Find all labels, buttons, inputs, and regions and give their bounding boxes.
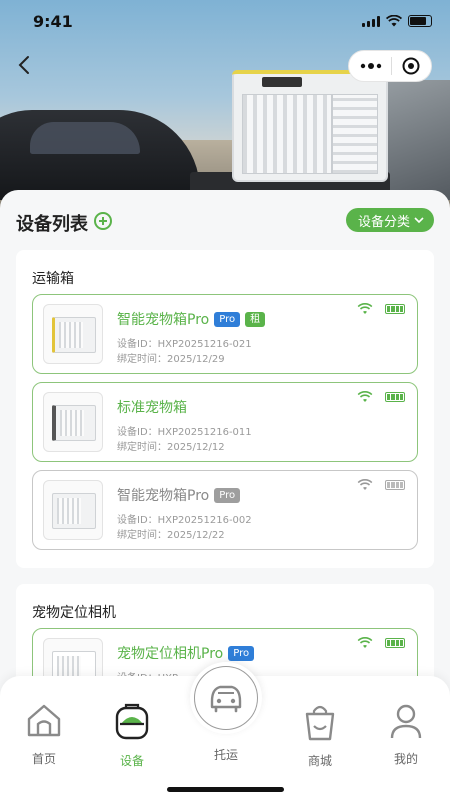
user-icon	[390, 704, 422, 739]
pet-box-image	[52, 493, 96, 529]
tab-transport-label: 托运	[213, 748, 238, 762]
close-target-icon[interactable]	[402, 57, 420, 75]
device-thumbnail	[43, 304, 103, 364]
pet-crate-image	[232, 70, 388, 182]
pro-badge: Pro	[214, 487, 241, 503]
car-window	[30, 122, 140, 154]
group-transport-box: 运输箱 智能宠物箱Pro Pro 租 设备ID：HXP20251216-021 …	[16, 250, 434, 568]
device-box-icon	[115, 703, 149, 740]
battery-icon	[385, 304, 405, 314]
device-name: 宠物定位相机Pro	[117, 646, 224, 662]
device-id: 设备ID：HXP20251216-002	[117, 515, 252, 526]
device-thumbnail	[43, 392, 103, 452]
tab-device-label: 设备	[119, 754, 144, 768]
mini-program-capsule	[348, 50, 432, 82]
transport-ring	[194, 666, 258, 730]
device-id: 设备ID：HXP20251216-011	[117, 427, 252, 438]
bind-time: 绑定时间：2025/12/12	[117, 442, 225, 453]
wifi-icon	[357, 303, 373, 314]
crate-side	[332, 94, 378, 174]
device-name-row: 智能宠物箱Pro Pro 租	[117, 309, 266, 329]
device-category-label: 设备分类	[357, 214, 410, 230]
tab-mall[interactable]: 商城	[290, 702, 350, 769]
device-card[interactable]: 智能宠物箱Pro Pro 设备ID：HXP20251216-002 绑定时间：2…	[32, 470, 418, 550]
device-card[interactable]: 标准宠物箱 设备ID：HXP20251216-011 绑定时间：2025/12/…	[32, 382, 418, 462]
battery-icon	[385, 638, 405, 648]
device-name: 标准宠物箱	[117, 400, 187, 416]
device-id: 设备ID：HXP20251216-021	[117, 339, 252, 350]
device-name-row: 智能宠物箱Pro Pro	[117, 485, 241, 505]
battery-icon	[385, 392, 405, 402]
bind-time: 绑定时间：2025/12/29	[117, 354, 225, 365]
device-card[interactable]: 智能宠物箱Pro Pro 租 设备ID：HXP20251216-021 绑定时间…	[32, 294, 418, 374]
bottom-tab-bar: 首页 设备 托运 商城 我的	[0, 662, 450, 800]
device-name: 智能宠物箱Pro	[117, 488, 210, 504]
capsule-divider	[391, 57, 393, 75]
status-icons	[362, 15, 432, 27]
group-title: 运输箱	[32, 271, 74, 287]
chevron-down-icon	[414, 217, 424, 224]
wifi-icon	[357, 479, 373, 490]
pet-box-image	[52, 405, 96, 441]
cellular-signal-icon	[362, 15, 380, 27]
page-title: 设备列表	[16, 214, 88, 235]
tab-home[interactable]: 首页	[14, 702, 74, 767]
rent-badge: 租	[245, 311, 266, 327]
status-bar: 9:41	[0, 0, 450, 44]
battery-icon	[385, 480, 405, 490]
tab-mine[interactable]: 我的	[376, 702, 436, 767]
wifi-status-icon	[386, 15, 402, 27]
car-icon	[210, 685, 242, 713]
device-name: 智能宠物箱Pro	[117, 312, 210, 328]
tab-mall-label: 商城	[307, 754, 332, 768]
crate-grill	[242, 94, 332, 174]
tab-transport[interactable]	[190, 662, 262, 734]
device-name-row: 宠物定位相机Pro Pro	[117, 643, 255, 663]
home-icon	[27, 704, 61, 737]
bind-time: 绑定时间：2025/12/22	[117, 530, 225, 541]
tab-mine-label: 我的	[393, 752, 418, 766]
back-icon[interactable]	[14, 54, 36, 76]
more-icon[interactable]	[360, 62, 382, 70]
pro-badge: Pro	[228, 645, 255, 661]
device-name-row: 标准宠物箱	[117, 397, 187, 417]
group-title: 宠物定位相机	[32, 605, 116, 621]
tab-device[interactable]: 设备	[102, 702, 162, 769]
wifi-icon	[357, 637, 373, 648]
crate-logo	[262, 77, 302, 87]
status-time: 9:41	[33, 12, 73, 31]
tab-home-label: 首页	[31, 752, 56, 766]
home-indicator	[167, 787, 284, 792]
pet-box-image	[52, 317, 96, 353]
pro-badge: Pro	[214, 311, 241, 327]
shopping-bag-icon	[305, 705, 335, 741]
add-device-icon[interactable]	[94, 212, 112, 230]
battery-status-icon	[408, 15, 432, 27]
device-category-button[interactable]: 设备分类	[345, 208, 434, 232]
device-thumbnail	[43, 480, 103, 540]
wifi-icon	[357, 391, 373, 402]
